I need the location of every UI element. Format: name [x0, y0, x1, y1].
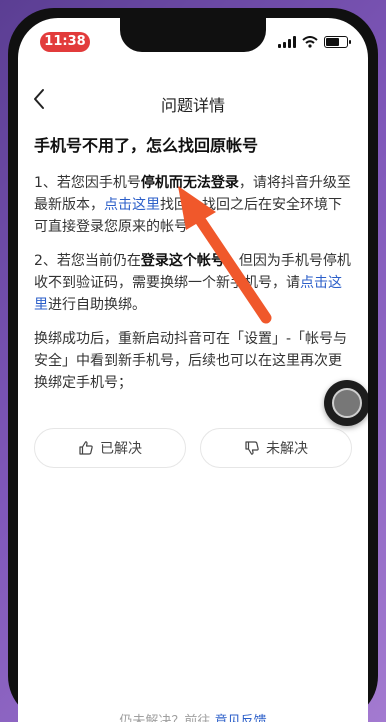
- notch: [120, 18, 266, 52]
- solved-label: 已解决: [100, 441, 142, 457]
- p2-prefix: 2、若您当前仍在: [34, 253, 141, 269]
- signal-icon: [278, 36, 296, 48]
- paragraph-2: 2、若您当前仍在登录这个帐号，但因为手机号停机收不到验证码，需要换绑一个新手机号…: [34, 250, 352, 316]
- battery-icon: [324, 36, 351, 48]
- status-time: 11:38: [40, 32, 90, 52]
- page-title: 问题详情: [160, 96, 225, 115]
- feedback-row: 已解决 未解决: [34, 428, 352, 468]
- status-icons: [278, 34, 351, 50]
- assistive-touch-icon: [332, 388, 362, 418]
- p1-link[interactable]: 点击这里: [104, 197, 160, 213]
- wifi-icon: [302, 36, 318, 48]
- unsolved-button[interactable]: 未解决: [200, 428, 352, 468]
- app-screen: 11:38 问题详情 手机号不用了，怎么找回原帐号 1、若您因手机号停机而无法登…: [18, 18, 368, 722]
- p1-bold: 停机而无法登录: [140, 175, 239, 191]
- article: 手机号不用了，怎么找回原帐号 1、若您因手机号停机而无法登录，请将抖音升级至最新…: [34, 134, 352, 406]
- p1-prefix: 1、若您因手机号: [34, 175, 141, 191]
- p2-bold: 登录这个帐号: [140, 253, 225, 269]
- thumbs-up-icon: [79, 441, 93, 455]
- footer-feedback: 仍未解决？前往 意见反馈: [18, 710, 368, 722]
- p2-suffix: 进行自助换绑。: [48, 297, 146, 313]
- assistive-touch-button[interactable]: [324, 380, 368, 426]
- paragraph-1: 1、若您因手机号停机而无法登录，请将抖音升级至最新版本，点击这里找回，找回之后在…: [34, 172, 352, 238]
- solved-button[interactable]: 已解决: [34, 428, 186, 468]
- paragraph-3: 换绑成功后，重新启动抖音可在「设置」-「帐号与安全」中看到新手机号，后续也可以在…: [34, 331, 348, 391]
- footer-prefix: 仍未解决？前往: [119, 714, 211, 722]
- feedback-link[interactable]: 意见反馈: [215, 714, 267, 722]
- question-title: 手机号不用了，怎么找回原帐号: [34, 136, 259, 155]
- nav-bar: 问题详情: [18, 82, 368, 122]
- unsolved-label: 未解决: [266, 441, 308, 457]
- thumbs-down-icon: [245, 441, 259, 455]
